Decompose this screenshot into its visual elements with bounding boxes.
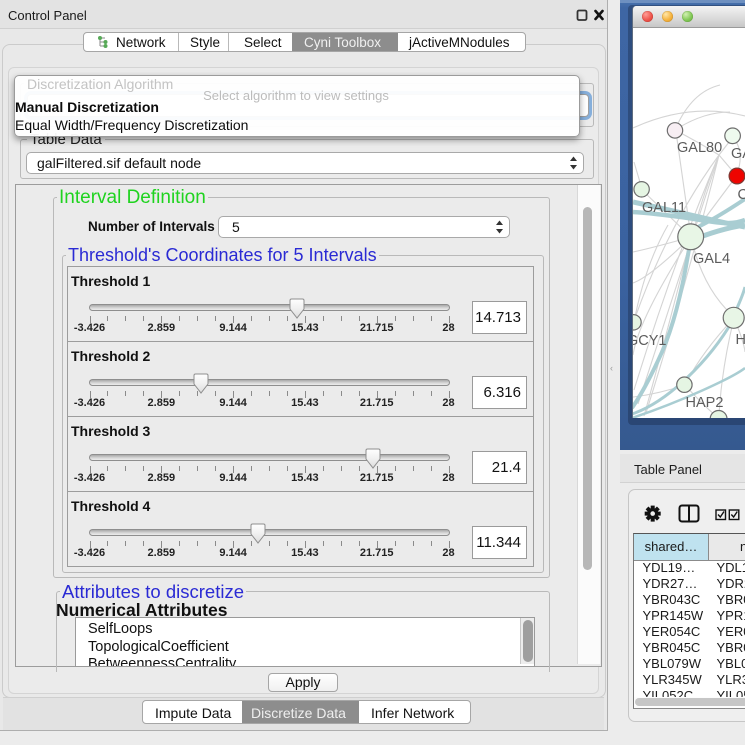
- svg-text:GAL80: GAL80: [677, 140, 722, 156]
- svg-text:HAP2: HAP2: [686, 395, 724, 411]
- svg-text:GAL11: GAL11: [642, 200, 686, 216]
- svg-text:H: H: [736, 332, 745, 348]
- svg-text:GA: GA: [731, 146, 745, 162]
- svg-text:C: C: [738, 187, 745, 203]
- svg-text:GAL4: GAL4: [693, 251, 730, 267]
- svg-text:GCY1: GCY1: [633, 333, 667, 349]
